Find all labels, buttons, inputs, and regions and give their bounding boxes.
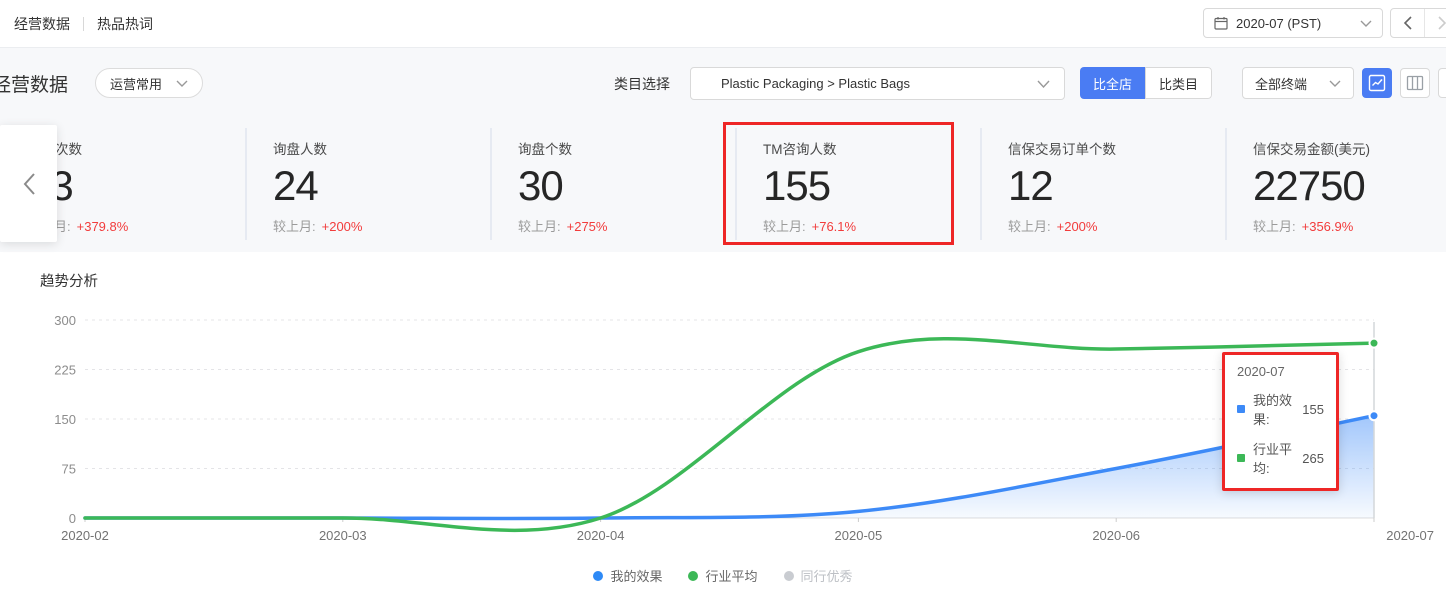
svg-text:2020-05: 2020-05 (835, 528, 883, 543)
chevron-down-icon (1329, 80, 1341, 87)
svg-text:2020-03: 2020-03 (319, 528, 367, 543)
metric-card-trade-orders[interactable]: 信保交易订单个数 12 较上月:+200% (980, 118, 1225, 252)
metric-change: 较上月:+200% (273, 216, 490, 235)
tab-business-data[interactable]: 经营数据 (14, 14, 70, 34)
metric-change: 较上月:+379.8% (28, 216, 245, 235)
terminal-select[interactable]: 全部终端 (1242, 67, 1354, 99)
chevron-down-icon (1360, 20, 1372, 27)
svg-text:150: 150 (54, 412, 76, 427)
next-month-button[interactable] (1425, 9, 1446, 37)
metric-change: 较上月:+356.9% (1253, 216, 1446, 235)
calendar-icon (1214, 16, 1228, 30)
legend-item-mine[interactable]: 我的效果 (593, 566, 662, 585)
chevron-down-icon (1037, 80, 1050, 88)
metric-value: 155 (763, 164, 980, 208)
metric-cards-row: 点击次数 23 较上月:+379.8% 询盘人数 24 较上月:+200% 询盘… (0, 118, 1446, 252)
metric-value: 30 (518, 164, 735, 208)
series-marker (1237, 454, 1245, 462)
compare-category-button[interactable]: 比类目 (1145, 67, 1212, 99)
metric-card-inquiry-count[interactable]: 询盘个数 30 较上月:+275% (490, 118, 735, 252)
top-bar: 经营数据 热品热词 2020-07 (PST) (0, 0, 1446, 48)
top-tabs: 经营数据 热品热词 (14, 0, 153, 48)
chevron-right-icon (1438, 16, 1446, 30)
metric-label: 询盘人数 (273, 138, 490, 158)
metric-card-inquiry-people[interactable]: 询盘人数 24 较上月:+200% (245, 118, 490, 252)
metric-change: 较上月:+275% (518, 216, 735, 235)
metric-card-trade-amount[interactable]: 信保交易金额(美元) 22750 较上月:+356.9% (1225, 118, 1446, 252)
month-nav (1390, 8, 1446, 38)
line-chart-icon (1368, 74, 1386, 92)
category-select[interactable]: Plastic Packaging > Plastic Bags (690, 67, 1065, 100)
metric-label: 询盘个数 (518, 138, 735, 158)
tab-divider (83, 17, 84, 31)
svg-text:2020-04: 2020-04 (577, 528, 625, 543)
svg-text:75: 75 (62, 462, 76, 477)
legend-dot (784, 571, 794, 581)
legend-item-peer-excellent[interactable]: 同行优秀 (784, 566, 853, 585)
svg-text:225: 225 (54, 363, 76, 378)
metric-value: 12 (1008, 164, 1225, 208)
chevron-down-icon (176, 80, 188, 87)
chevron-left-icon (22, 172, 36, 196)
date-picker[interactable]: 2020-07 (PST) (1203, 8, 1383, 38)
metric-label: 点击次数 (28, 138, 245, 158)
metric-value: 22750 (1253, 164, 1446, 208)
table-view-icon (1406, 74, 1424, 92)
section-title: 经营数据 (0, 70, 68, 97)
compare-segmented-control: 比全店 比类目 (1080, 67, 1212, 99)
chevron-left-icon (1403, 16, 1412, 30)
metric-change: 较上月:+200% (1008, 216, 1225, 235)
metric-label: TM咨询人数 (763, 138, 980, 158)
legend-item-industry[interactable]: 行业平均 (688, 566, 757, 585)
category-label: 类目选择 (614, 74, 670, 94)
series-marker (1237, 405, 1245, 413)
svg-text:300: 300 (54, 313, 76, 328)
metric-value: 23 (28, 164, 245, 208)
line-chart-view-button[interactable] (1362, 68, 1392, 98)
category-group: 类目选择 Plastic Packaging > Plastic Bags (614, 67, 1065, 100)
tab-hot-keywords[interactable]: 热品热词 (97, 14, 153, 34)
table-view-button[interactable] (1400, 68, 1430, 98)
chart-legend: 我的效果 行业平均 同行优秀 (0, 566, 1446, 585)
cards-prev-button[interactable] (0, 125, 57, 242)
category-select-value: Plastic Packaging > Plastic Bags (721, 76, 1037, 91)
filters-toolbar: 经营数据 运营常用 类目选择 Plastic Packaging > Plast… (0, 48, 1446, 118)
compare-controls: 比全店 比类目 全部终端 (1080, 67, 1446, 99)
date-picker-value: 2020-07 (PST) (1236, 16, 1360, 31)
metric-card-tm-consult[interactable]: TM咨询人数 155 较上月:+76.1% (735, 118, 980, 252)
trend-section: 趋势分析 0751502253002020-022020-032020-0420… (0, 252, 1446, 594)
tooltip-title: 2020-07 (1237, 364, 1324, 379)
legend-dot (688, 571, 698, 581)
metric-label: 信保交易金额(美元) (1253, 138, 1446, 158)
tooltip-row-industry: 行业平均: 265 (1237, 439, 1324, 477)
prev-month-button[interactable] (1391, 9, 1425, 37)
preset-dropdown-value: 运营常用 (110, 74, 162, 93)
svg-text:2020-02: 2020-02 (61, 528, 109, 543)
svg-text:0: 0 (69, 511, 76, 526)
extra-view-button[interactable] (1438, 68, 1446, 98)
legend-dot (593, 571, 603, 581)
dashboard-page: 经营数据 热品热词 2020-07 (PST) 经营数据 运营常用 类目选择 (0, 0, 1446, 594)
preset-dropdown[interactable]: 运营常用 (95, 68, 203, 98)
terminal-select-value: 全部终端 (1255, 74, 1329, 93)
tooltip-row-mine: 我的效果: 155 (1237, 390, 1324, 428)
metric-value: 24 (273, 164, 490, 208)
metric-change: 较上月:+76.1% (763, 216, 980, 235)
chart-tooltip: 2020-07 我的效果: 155 行业平均: 265 (1222, 352, 1339, 491)
svg-text:2020-07: 2020-07 (1386, 528, 1434, 543)
compare-store-button[interactable]: 比全店 (1080, 67, 1145, 99)
svg-text:2020-06: 2020-06 (1092, 528, 1140, 543)
metric-label: 信保交易订单个数 (1008, 138, 1225, 158)
